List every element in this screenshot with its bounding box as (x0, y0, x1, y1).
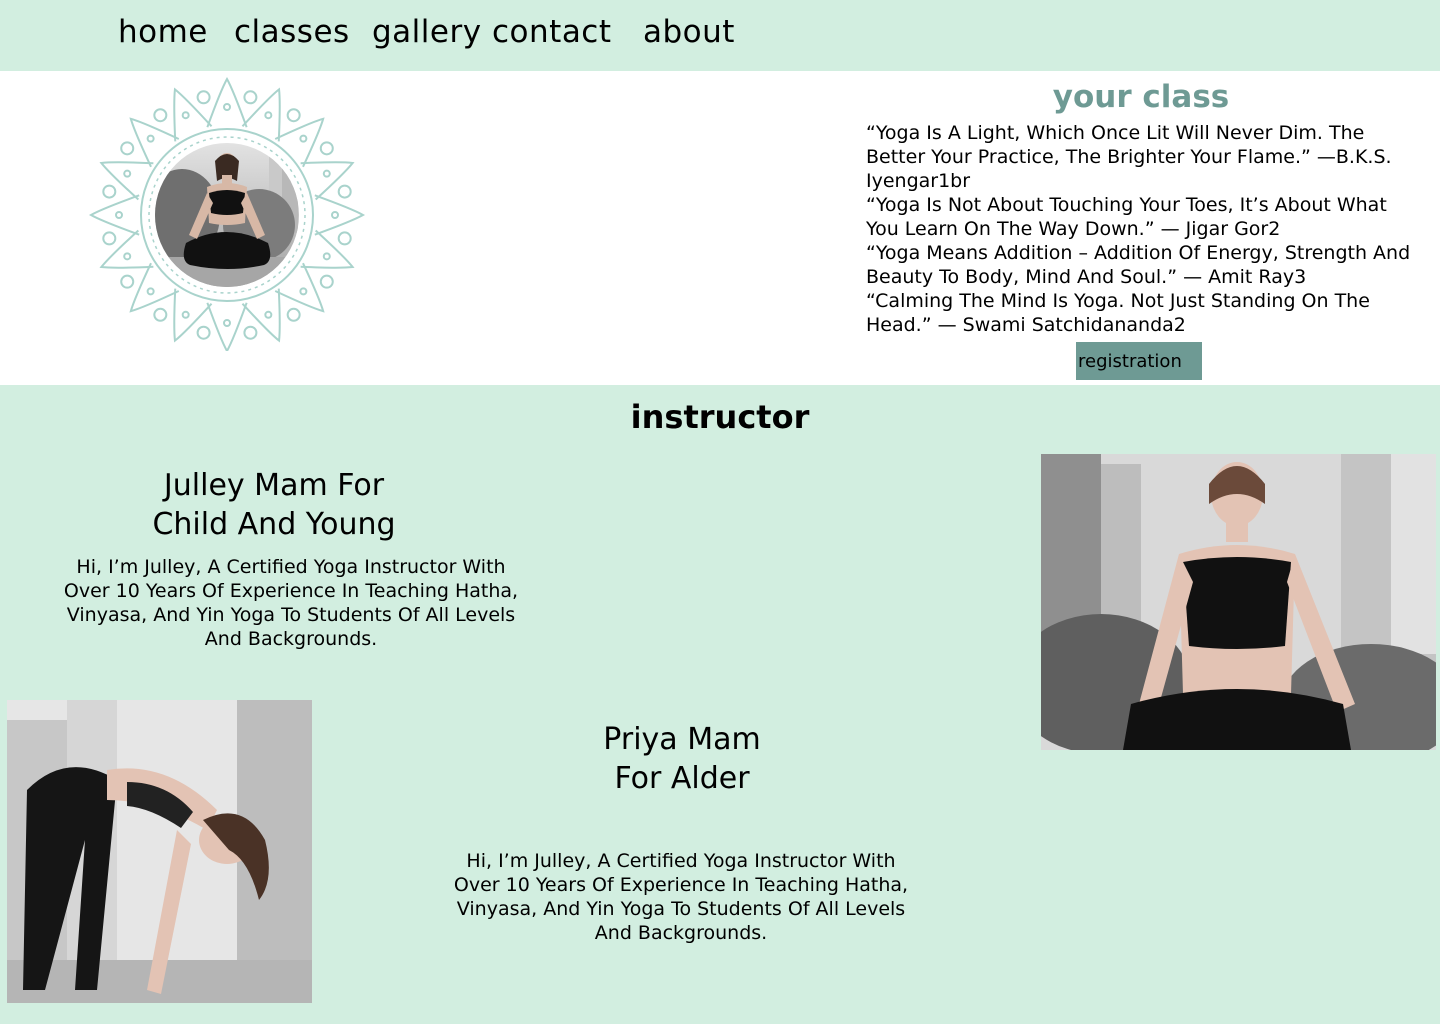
nav-contact-link[interactable]: contact (492, 14, 612, 50)
quotes-list: “Yoga Is A Light, Which Once Lit Will Ne… (866, 121, 1418, 337)
instructor-photo-meditating (1041, 454, 1436, 750)
instructor-name-line: For Alder (614, 761, 750, 796)
instructor-section-title: instructor (630, 398, 810, 436)
class-section: your class “Yoga Is A Light, Which Once … (0, 71, 1440, 385)
instructor-name: Priya Mam For Alder (532, 720, 832, 798)
instructor-name-line: Priya Mam (603, 722, 761, 757)
nav-gallery-link[interactable]: gallery (372, 14, 482, 50)
nav-about-link[interactable]: about (643, 14, 735, 50)
instructor-name-line: Julley Mam For (163, 468, 385, 503)
quote-text: “Yoga Means Addition – Addition Of Energ… (866, 242, 1411, 288)
instructor-bio: Hi, I’m Julley, A Certified Yoga Instruc… (63, 556, 519, 650)
instructor-photo-bending (7, 700, 312, 1003)
quote-text: “Yoga Is A Light, Which Once Lit Will Ne… (866, 122, 1392, 192)
nav-home-link[interactable]: home (118, 14, 208, 50)
class-title: your class (1052, 79, 1230, 115)
top-nav: home classes gallery contact about (0, 0, 1440, 71)
nav-classes-link[interactable]: classes (234, 14, 350, 50)
quote-text: “Calming The Mind Is Yoga. Not Just Stan… (866, 290, 1370, 336)
mandala-meditation-image (88, 76, 366, 351)
registration-button[interactable]: registration (1076, 342, 1202, 380)
instructor-name-line: Child And Young (152, 507, 396, 542)
instructor-name: Julley Mam For Child And Young (74, 466, 474, 544)
quote-text: “Yoga Is Not About Touching Your Toes, I… (866, 194, 1387, 240)
instructor-bio: Hi, I’m Julley, A Certified Yoga Instruc… (453, 850, 909, 944)
